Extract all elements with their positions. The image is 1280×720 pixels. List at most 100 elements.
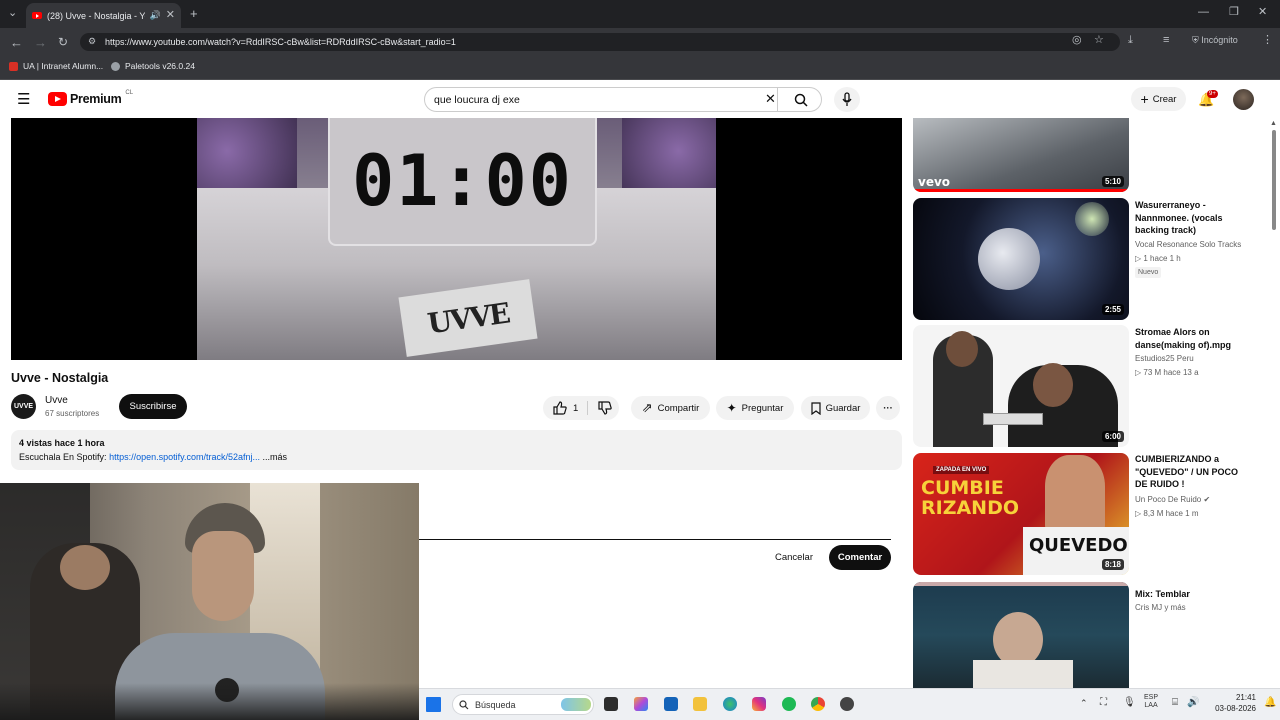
mix-channels: Cris MJ y más	[1135, 603, 1186, 612]
windows-start-icon[interactable]	[426, 697, 441, 712]
comment-input-underline[interactable]	[419, 539, 891, 540]
reading-list-icon[interactable]: ≡	[1163, 35, 1169, 46]
recommendation-channel[interactable]: Vocal Resonance Solo Tracks	[1135, 240, 1241, 249]
browser-tab[interactable]: (28) Uvve - Nostalgia - YouTube 🔊 ✕	[26, 3, 181, 28]
file-explorer-icon[interactable]	[693, 697, 707, 711]
spotify-link[interactable]: https://open.spotify.com/track/52afnj...	[109, 452, 260, 462]
download-icon[interactable]: ⤓	[1128, 35, 1133, 46]
network-icon[interactable]: ⌸	[1172, 697, 1178, 708]
like-dislike-group: 1	[543, 396, 619, 420]
recommendation-channel[interactable]: Un Poco De Ruido ✔	[1135, 495, 1210, 504]
site-info-icon[interactable]: ⚙	[88, 37, 96, 46]
profile-label: Incógnito	[1201, 35, 1238, 45]
voice-search-button[interactable]	[834, 87, 860, 112]
eye-off-icon[interactable]: ◎	[1072, 35, 1082, 46]
chrome-menu-icon[interactable]: ⋮	[1262, 35, 1273, 46]
like-button[interactable]: 1	[553, 401, 578, 415]
recommendation-thumbnail[interactable]: 2:55	[913, 198, 1129, 320]
search-box: ✕	[424, 87, 822, 112]
bookmark-paletools[interactable]: Paletools v26.0.24	[111, 61, 195, 71]
recommendation-thumbnail[interactable]: ZAPADA EN VIVO CUMBIE RIZANDO QUEVEDO 8:…	[913, 453, 1129, 575]
system-clock[interactable]: 21:41 03-08-2026	[1213, 692, 1256, 714]
bookmark-star-icon[interactable]: ☆	[1094, 35, 1104, 46]
thumbs-up-icon	[553, 401, 567, 415]
youtube-logo[interactable]: Premium CL	[48, 90, 133, 106]
cancel-comment-button[interactable]: Cancelar	[768, 546, 820, 568]
back-icon[interactable]: ←	[10, 36, 23, 49]
reload-icon[interactable]: ↻	[58, 36, 68, 48]
save-button[interactable]: Guardar	[801, 396, 870, 420]
tray-chevron-icon[interactable]: ⌃	[1080, 698, 1088, 709]
language-indicator[interactable]: ESP LAA	[1144, 694, 1158, 710]
share-button[interactable]: ⇗ Compartir	[631, 396, 710, 420]
search-divider	[777, 88, 778, 111]
notification-center-icon[interactable]: 🔔	[1264, 697, 1276, 708]
spotify-icon[interactable]	[782, 697, 796, 711]
recommendation-title[interactable]: CUMBIERIZANDO a "QUEVEDO" / UN POCO DE R…	[1135, 453, 1253, 491]
ask-button[interactable]: ✦ Preguntar	[716, 396, 794, 420]
copilot-icon[interactable]	[634, 697, 648, 711]
keyboard-layout: LAA	[1144, 702, 1158, 709]
ask-label: Preguntar	[741, 402, 784, 414]
youtube-favicon-icon	[32, 12, 42, 19]
recommendation-title[interactable]: Stromae Alors on danse(making of).mpg	[1135, 326, 1253, 351]
url-text[interactable]: https://www.youtube.com/watch?v=RddIRSC-…	[105, 37, 456, 47]
recommendation-thumbnail[interactable]: 6:00	[913, 325, 1129, 447]
taskbar-search[interactable]: Búsqueda	[452, 694, 594, 715]
create-button[interactable]: + Crear	[1131, 87, 1186, 111]
subscribe-button[interactable]: Suscribirse	[119, 394, 187, 419]
duration-badge: 8:18	[1101, 559, 1124, 570]
instagram-icon[interactable]	[752, 697, 766, 711]
duration-badge: 5:10	[1101, 176, 1124, 187]
bookmark-label: UA | Intranet Alumn...	[23, 61, 104, 71]
bookmark-ua[interactable]: UA | Intranet Alumn...	[9, 61, 103, 71]
chrome-icon[interactable]	[811, 697, 825, 711]
mix-thumbnail[interactable]	[913, 582, 1129, 688]
forward-icon[interactable]: →	[34, 36, 47, 49]
show-more-link[interactable]: ...más	[260, 452, 287, 462]
piano-keys	[983, 413, 1043, 425]
tab-title: (28) Uvve - Nostalgia - YouTube	[47, 10, 145, 21]
microphone-tray-icon[interactable]: 🎙	[1123, 697, 1136, 708]
page-scrollbar[interactable]	[1272, 130, 1276, 230]
submit-comment-button[interactable]: Comentar	[829, 545, 891, 570]
hamburger-menu-icon[interactable]: ☰	[17, 92, 30, 107]
edge-icon[interactable]	[723, 697, 737, 711]
close-tab-icon[interactable]: ✕	[166, 10, 175, 21]
user-avatar[interactable]	[1233, 89, 1254, 110]
description-text: Escuchala En Spotify: https://open.spoti…	[19, 452, 287, 462]
recommendation-channel[interactable]: Estudios25 Peru	[1135, 354, 1194, 363]
description-box[interactable]	[11, 430, 902, 470]
channel-avatar[interactable]: UVVE	[11, 394, 36, 419]
language-code: ESP	[1144, 694, 1159, 701]
description-prefix: Escuchala En Spotify:	[19, 452, 110, 462]
incognito-label[interactable]: ⛨ Incógnito	[1192, 36, 1238, 45]
video-player[interactable]: 01:00 UVVE	[11, 118, 902, 360]
recommendation-title[interactable]: Wasurerraneyo - Nannmonee. (vocals backi…	[1135, 199, 1253, 237]
mix-title[interactable]: Mix: Temblar	[1135, 588, 1253, 601]
more-actions-icon[interactable]: ···	[876, 396, 900, 420]
obs-icon[interactable]	[840, 697, 854, 711]
maximize-icon[interactable]: ❐	[1229, 7, 1239, 18]
microphone-icon	[842, 92, 852, 106]
search-icon[interactable]	[794, 93, 808, 107]
recommendation-thumbnail[interactable]: vevo 5:10	[913, 118, 1129, 192]
tray-app-icon[interactable]: ⛶	[1100, 697, 1107, 708]
new-tab-icon[interactable]: +	[190, 7, 198, 20]
volume-icon[interactable]: 🔊	[1187, 697, 1199, 708]
task-view-icon[interactable]	[604, 697, 618, 711]
minimize-icon[interactable]: —	[1198, 7, 1209, 18]
speaker-icon[interactable]: 🔊	[150, 11, 161, 20]
close-window-icon[interactable]: ✕	[1258, 7, 1267, 18]
clear-search-icon[interactable]: ✕	[765, 91, 776, 107]
scroll-up-icon[interactable]: ▲	[1270, 120, 1277, 127]
thumbs-down-icon[interactable]	[598, 401, 612, 415]
artist-face	[993, 612, 1043, 667]
search-icon	[459, 700, 469, 710]
vevo-logo: vevo	[918, 175, 951, 189]
store-icon[interactable]	[664, 697, 678, 711]
notification-count-badge: 9+	[1207, 90, 1218, 98]
tab-search-icon[interactable]: ⌄	[8, 8, 17, 19]
channel-name[interactable]: Uvve	[45, 395, 68, 406]
search-input[interactable]	[434, 92, 754, 108]
